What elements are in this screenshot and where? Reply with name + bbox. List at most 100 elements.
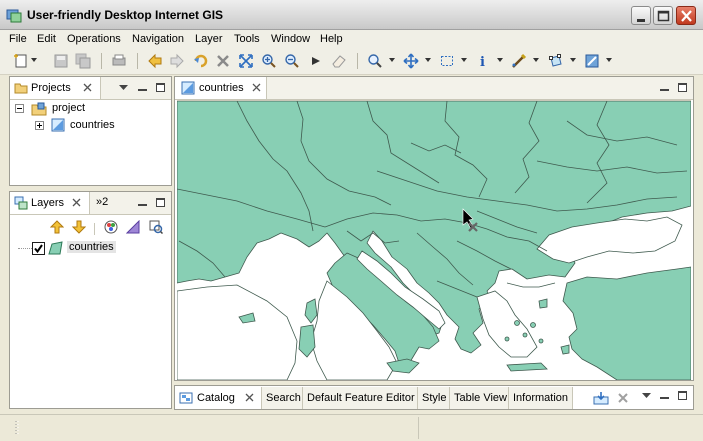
info-dropdown-icon[interactable]	[497, 58, 503, 62]
move-layer-down-icon[interactable]	[71, 220, 87, 234]
close-catalog-icon[interactable]	[244, 392, 255, 403]
collapse-project-icon[interactable]	[15, 104, 24, 113]
menu-file[interactable]: File	[9, 33, 27, 45]
app-icon	[6, 7, 22, 23]
close-map-icon[interactable]	[251, 82, 262, 93]
project-icon	[31, 102, 47, 116]
minimize-button[interactable]	[631, 6, 651, 25]
maximize-layers-icon[interactable]	[155, 197, 166, 208]
menu-operations[interactable]: Operations	[67, 33, 121, 45]
layers-panel: Layers »2 countries	[9, 191, 172, 409]
tab-search[interactable]: Search	[262, 387, 303, 409]
search-tab-label: Search	[266, 392, 301, 404]
tab-catalog[interactable]: Catalog	[175, 387, 262, 409]
style-dropdown-icon[interactable]	[606, 58, 612, 62]
forward-icon[interactable]	[168, 52, 186, 70]
layer-name[interactable]: countries	[67, 241, 116, 253]
projects-icon	[14, 81, 28, 95]
map-canvas[interactable]	[177, 100, 691, 380]
tab-projects[interactable]: Projects	[10, 77, 101, 99]
layers-tabbar: Layers »2	[10, 192, 171, 215]
minimize-view-icon[interactable]	[137, 82, 148, 93]
aegean-isle-1	[514, 320, 520, 326]
play-icon[interactable]	[307, 52, 325, 70]
border-20	[506, 282, 556, 288]
print-icon[interactable]	[110, 52, 128, 70]
menu-tools[interactable]: Tools	[234, 33, 260, 45]
info-icon[interactable]: i	[474, 52, 492, 70]
more-views-tab[interactable]: »2	[96, 196, 108, 208]
vertex-tool-icon[interactable]	[547, 52, 565, 70]
stop-icon[interactable]	[214, 52, 232, 70]
select-dropdown-icon[interactable]	[461, 58, 467, 62]
information-tab-label: Information	[513, 392, 569, 404]
tab-style[interactable]: Style	[418, 387, 450, 409]
status-bar	[0, 414, 703, 441]
move-layer-up-icon[interactable]	[49, 220, 65, 234]
layer-color-icon[interactable]	[104, 220, 118, 234]
tree-item-countries[interactable]: countries	[70, 119, 115, 131]
expand-countries-icon[interactable]	[35, 121, 44, 130]
aegean-isle-3	[530, 322, 536, 328]
aegean-sea	[476, 290, 538, 358]
bottom-view-menu-icon[interactable]	[641, 390, 652, 401]
new-icon[interactable]	[12, 52, 30, 70]
layer-properties-icon[interactable]	[149, 220, 164, 235]
tab-layers[interactable]: Layers	[10, 192, 90, 214]
layer-style-icon[interactable]	[125, 219, 140, 234]
tree-item-project[interactable]: project	[52, 102, 85, 114]
menu-navigation[interactable]: Navigation	[132, 33, 184, 45]
zoom-extent-icon[interactable]	[237, 52, 255, 70]
zoom-dropdown-icon[interactable]	[389, 58, 395, 62]
refresh-icon[interactable]	[192, 52, 210, 70]
zoom-tool-icon[interactable]	[366, 52, 384, 70]
remove-icon[interactable]	[617, 392, 629, 404]
maximize-map-icon[interactable]	[677, 82, 688, 93]
status-grip-icon	[14, 420, 20, 436]
zoom-in-icon[interactable]	[260, 52, 278, 70]
crete	[506, 362, 548, 372]
tab-feature-editor[interactable]: Default Feature Editor	[303, 387, 418, 409]
save-icon[interactable]	[52, 52, 70, 70]
eraser-icon[interactable]	[330, 52, 348, 70]
layer-visibility-checkbox[interactable]	[32, 242, 45, 255]
tab-information[interactable]: Information	[509, 387, 573, 409]
import-icon[interactable]	[593, 391, 609, 405]
svg-text:i: i	[480, 55, 485, 69]
maximize-view-icon[interactable]	[155, 82, 166, 93]
zoom-out-icon[interactable]	[283, 52, 301, 70]
maximize-bottom-icon[interactable]	[677, 390, 688, 401]
projects-tab-label: Projects	[31, 82, 71, 94]
tab-countries-map[interactable]: countries	[175, 77, 267, 99]
menu-edit[interactable]: Edit	[37, 33, 56, 45]
title-bar[interactable]: User-friendly Desktop Internet GIS	[0, 0, 703, 30]
new-dropdown-icon[interactable]	[31, 58, 37, 62]
minimize-bottom-icon[interactable]	[659, 390, 670, 401]
view-menu-icon[interactable]	[118, 82, 129, 93]
minimize-map-icon[interactable]	[659, 82, 670, 93]
menu-help[interactable]: Help	[320, 33, 343, 45]
close-button[interactable]	[676, 6, 696, 25]
edit-dropdown-icon[interactable]	[533, 58, 539, 62]
pan-dropdown-icon[interactable]	[425, 58, 431, 62]
minimize-layers-icon[interactable]	[137, 197, 148, 208]
select-rect-icon[interactable]	[438, 52, 456, 70]
tab-table-view[interactable]: Table View	[450, 387, 509, 409]
toolbar: i	[0, 48, 703, 75]
map-icon	[51, 118, 65, 132]
back-icon[interactable]	[146, 52, 164, 70]
mediterranean-west	[177, 284, 298, 380]
save-all-icon[interactable]	[74, 52, 92, 70]
vertex-dropdown-icon[interactable]	[570, 58, 576, 62]
menu-bar: File Edit Operations Navigation Layer To…	[0, 30, 703, 48]
style-tool-icon[interactable]	[583, 52, 601, 70]
close-projects-icon[interactable]	[82, 82, 93, 93]
pan-icon[interactable]	[402, 52, 420, 70]
edit-tool-icon[interactable]	[510, 52, 528, 70]
close-layers-icon[interactable]	[71, 197, 82, 208]
layers-icon	[14, 196, 28, 210]
menu-layer[interactable]: Layer	[195, 33, 223, 45]
maximize-button[interactable]	[653, 6, 673, 25]
menu-window[interactable]: Window	[271, 33, 310, 45]
catalog-icon	[179, 391, 193, 405]
